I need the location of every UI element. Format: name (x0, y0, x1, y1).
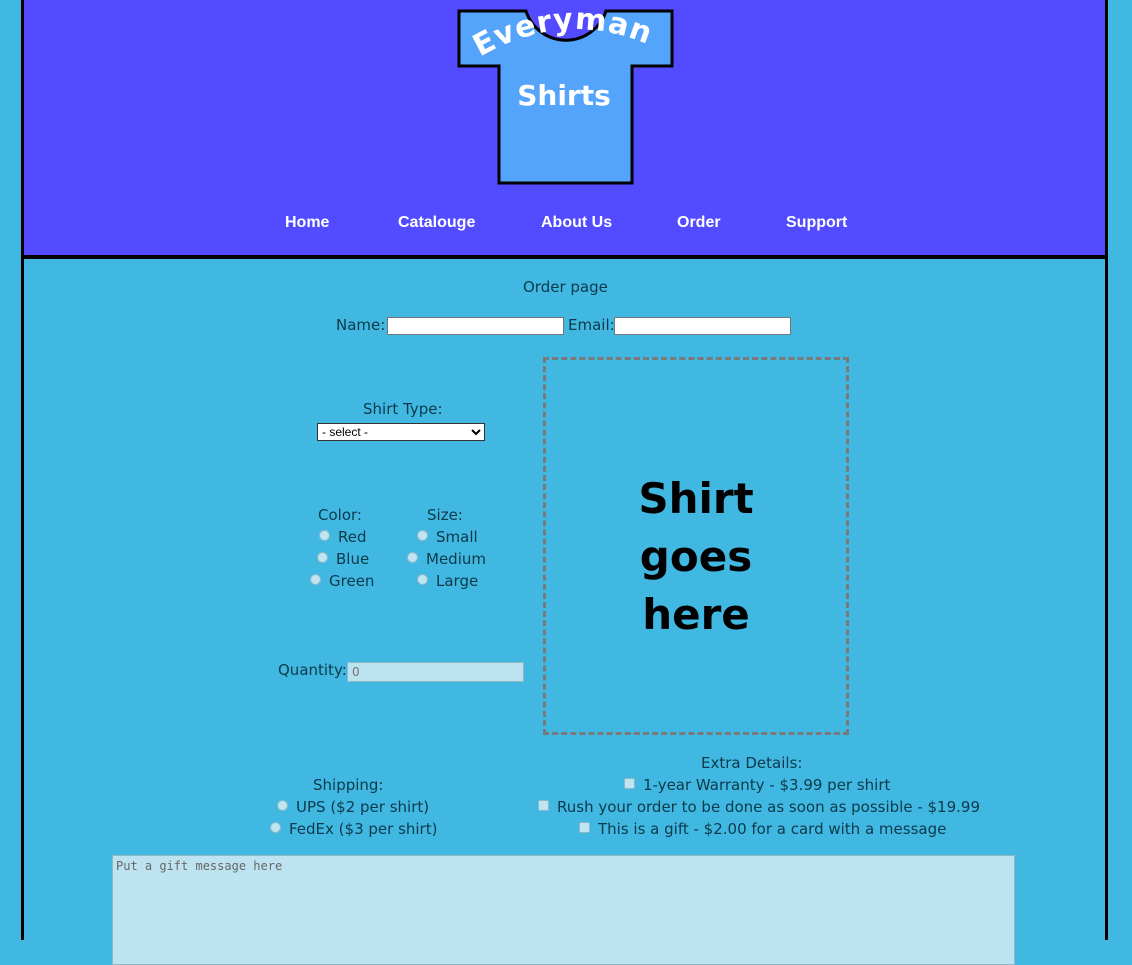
rush-label: Rush your order to be done as soon as po… (557, 798, 980, 816)
size-medium-label: Medium (426, 550, 486, 568)
shipping-fedex-radio[interactable] (270, 822, 281, 833)
shirt-preview: Shirt goes here (543, 357, 849, 735)
shipping-ups-radio[interactable] (277, 800, 288, 811)
shirt-preview-text: Shirt goes here (638, 474, 754, 639)
page-title: Order page (523, 278, 608, 296)
quantity-label: Quantity: (278, 661, 347, 679)
name-label: Name: (336, 316, 386, 334)
shipping-ups-label: UPS ($2 per shirt) (296, 798, 430, 816)
size-large-label: Large (436, 572, 479, 590)
nav-about[interactable]: About Us (541, 214, 612, 232)
nav-support[interactable]: Support (786, 214, 847, 232)
order-main: Order page Name: Email: Shirt Type: - se… (24, 259, 1105, 965)
extras-label: Extra Details: (701, 754, 803, 772)
nav-home[interactable]: Home (285, 214, 329, 232)
quantity-input[interactable] (347, 662, 524, 682)
shirt-type-select[interactable]: - select - (317, 423, 485, 441)
size-medium-radio[interactable] (407, 552, 418, 563)
size-small-radio[interactable] (417, 530, 428, 541)
warranty-checkbox[interactable] (624, 778, 635, 789)
warranty-label: 1-year Warranty - $3.99 per shirt (643, 776, 891, 794)
gift-checkbox[interactable] (579, 822, 590, 833)
nav-order[interactable]: Order (677, 214, 721, 232)
shipping-fedex-label: FedEx ($3 per shirt) (289, 820, 438, 838)
color-green-radio[interactable] (310, 574, 321, 585)
main-nav: Home Catalouge About Us Order Support (24, 214, 1105, 238)
logo-line2: Shirts (517, 79, 611, 112)
nav-catalogue[interactable]: Catalouge (398, 214, 475, 232)
gift-label: This is a gift - $2.00 for a card with a… (598, 820, 947, 838)
site-header: Everyman Shirts Home Catalouge About Us … (24, 0, 1105, 259)
color-green-label: Green (329, 572, 375, 590)
size-label: Size: (427, 506, 463, 524)
color-red-label: Red (338, 528, 367, 546)
color-label: Color: (318, 506, 362, 524)
site-logo[interactable]: Everyman Shirts (456, 8, 676, 188)
email-input[interactable] (614, 317, 791, 335)
size-small-label: Small (436, 528, 478, 546)
gift-message-textarea[interactable] (112, 855, 1015, 965)
shipping-label: Shipping: (313, 776, 384, 794)
name-input[interactable] (387, 317, 564, 335)
page-frame: Everyman Shirts Home Catalouge About Us … (21, 0, 1108, 965)
size-large-radio[interactable] (417, 574, 428, 585)
color-blue-radio[interactable] (317, 552, 328, 563)
shirt-type-label: Shirt Type: (363, 400, 443, 418)
rush-checkbox[interactable] (538, 800, 549, 811)
color-blue-label: Blue (336, 550, 370, 568)
email-label: Email: (568, 316, 615, 334)
color-red-radio[interactable] (319, 530, 330, 541)
